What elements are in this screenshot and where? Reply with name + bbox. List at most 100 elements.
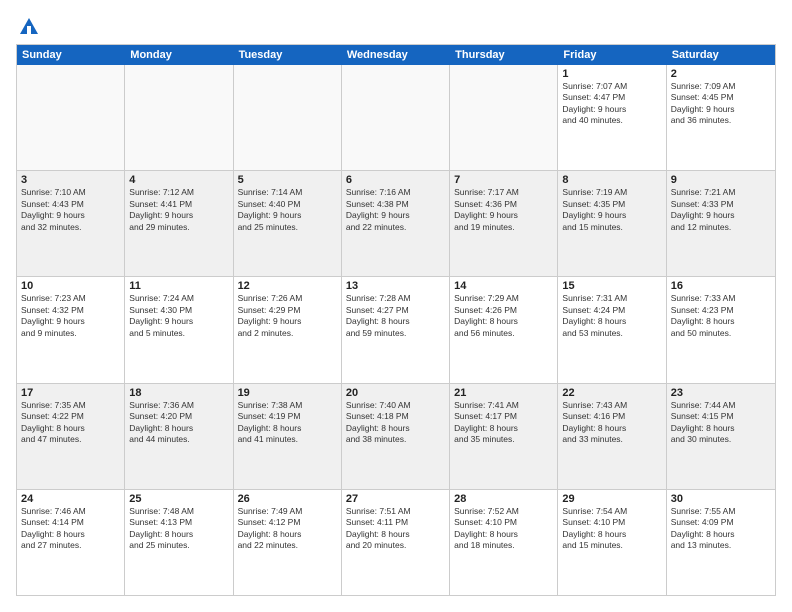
day-info: Sunrise: 7:43 AM Sunset: 4:16 PM Dayligh…	[562, 400, 661, 446]
day-number: 16	[671, 280, 771, 292]
day-info: Sunrise: 7:36 AM Sunset: 4:20 PM Dayligh…	[129, 400, 228, 446]
cal-cell-3-2: 11Sunrise: 7:24 AM Sunset: 4:30 PM Dayli…	[125, 277, 233, 382]
day-info: Sunrise: 7:14 AM Sunset: 4:40 PM Dayligh…	[238, 187, 337, 233]
day-info: Sunrise: 7:28 AM Sunset: 4:27 PM Dayligh…	[346, 293, 445, 339]
cal-cell-4-7: 23Sunrise: 7:44 AM Sunset: 4:15 PM Dayli…	[667, 384, 775, 489]
day-info: Sunrise: 7:10 AM Sunset: 4:43 PM Dayligh…	[21, 187, 120, 233]
cal-cell-4-4: 20Sunrise: 7:40 AM Sunset: 4:18 PM Dayli…	[342, 384, 450, 489]
day-number: 12	[238, 280, 337, 292]
calendar-row-5: 24Sunrise: 7:46 AM Sunset: 4:14 PM Dayli…	[17, 490, 775, 595]
cal-cell-3-1: 10Sunrise: 7:23 AM Sunset: 4:32 PM Dayli…	[17, 277, 125, 382]
day-info: Sunrise: 7:46 AM Sunset: 4:14 PM Dayligh…	[21, 506, 120, 552]
day-info: Sunrise: 7:54 AM Sunset: 4:10 PM Dayligh…	[562, 506, 661, 552]
day-number: 17	[21, 387, 120, 399]
calendar: SundayMondayTuesdayWednesdayThursdayFrid…	[16, 44, 776, 596]
day-number: 6	[346, 174, 445, 186]
calendar-row-1: 1Sunrise: 7:07 AM Sunset: 4:47 PM Daylig…	[17, 65, 775, 171]
cal-cell-1-1	[17, 65, 125, 170]
cal-cell-5-6: 29Sunrise: 7:54 AM Sunset: 4:10 PM Dayli…	[558, 490, 666, 595]
cal-cell-4-6: 22Sunrise: 7:43 AM Sunset: 4:16 PM Dayli…	[558, 384, 666, 489]
cal-cell-5-1: 24Sunrise: 7:46 AM Sunset: 4:14 PM Dayli…	[17, 490, 125, 595]
day-number: 13	[346, 280, 445, 292]
cal-cell-1-5	[450, 65, 558, 170]
logo	[16, 16, 40, 34]
day-number: 29	[562, 493, 661, 505]
day-info: Sunrise: 7:31 AM Sunset: 4:24 PM Dayligh…	[562, 293, 661, 339]
day-number: 3	[21, 174, 120, 186]
day-number: 26	[238, 493, 337, 505]
weekday-header-thursday: Thursday	[450, 45, 558, 65]
cal-cell-3-5: 14Sunrise: 7:29 AM Sunset: 4:26 PM Dayli…	[450, 277, 558, 382]
cal-cell-2-7: 9Sunrise: 7:21 AM Sunset: 4:33 PM Daylig…	[667, 171, 775, 276]
cal-cell-4-5: 21Sunrise: 7:41 AM Sunset: 4:17 PM Dayli…	[450, 384, 558, 489]
day-info: Sunrise: 7:09 AM Sunset: 4:45 PM Dayligh…	[671, 81, 771, 127]
day-number: 22	[562, 387, 661, 399]
weekday-header-sunday: Sunday	[17, 45, 125, 65]
weekday-header-saturday: Saturday	[667, 45, 775, 65]
cal-cell-5-5: 28Sunrise: 7:52 AM Sunset: 4:10 PM Dayli…	[450, 490, 558, 595]
day-info: Sunrise: 7:24 AM Sunset: 4:30 PM Dayligh…	[129, 293, 228, 339]
cal-cell-1-2	[125, 65, 233, 170]
cal-cell-1-6: 1Sunrise: 7:07 AM Sunset: 4:47 PM Daylig…	[558, 65, 666, 170]
cal-cell-1-7: 2Sunrise: 7:09 AM Sunset: 4:45 PM Daylig…	[667, 65, 775, 170]
weekday-header-monday: Monday	[125, 45, 233, 65]
day-info: Sunrise: 7:38 AM Sunset: 4:19 PM Dayligh…	[238, 400, 337, 446]
day-info: Sunrise: 7:48 AM Sunset: 4:13 PM Dayligh…	[129, 506, 228, 552]
weekday-header-tuesday: Tuesday	[234, 45, 342, 65]
day-number: 27	[346, 493, 445, 505]
day-number: 28	[454, 493, 553, 505]
cal-cell-2-1: 3Sunrise: 7:10 AM Sunset: 4:43 PM Daylig…	[17, 171, 125, 276]
day-info: Sunrise: 7:55 AM Sunset: 4:09 PM Dayligh…	[671, 506, 771, 552]
day-number: 19	[238, 387, 337, 399]
page: SundayMondayTuesdayWednesdayThursdayFrid…	[0, 0, 792, 612]
header	[16, 16, 776, 34]
calendar-row-4: 17Sunrise: 7:35 AM Sunset: 4:22 PM Dayli…	[17, 384, 775, 490]
cal-cell-1-3	[234, 65, 342, 170]
day-number: 25	[129, 493, 228, 505]
cal-cell-2-2: 4Sunrise: 7:12 AM Sunset: 4:41 PM Daylig…	[125, 171, 233, 276]
day-number: 20	[346, 387, 445, 399]
day-number: 9	[671, 174, 771, 186]
cal-cell-5-4: 27Sunrise: 7:51 AM Sunset: 4:11 PM Dayli…	[342, 490, 450, 595]
day-number: 24	[21, 493, 120, 505]
cal-cell-2-5: 7Sunrise: 7:17 AM Sunset: 4:36 PM Daylig…	[450, 171, 558, 276]
day-number: 18	[129, 387, 228, 399]
day-number: 23	[671, 387, 771, 399]
day-number: 10	[21, 280, 120, 292]
calendar-row-2: 3Sunrise: 7:10 AM Sunset: 4:43 PM Daylig…	[17, 171, 775, 277]
logo-text	[16, 16, 40, 38]
cal-cell-2-3: 5Sunrise: 7:14 AM Sunset: 4:40 PM Daylig…	[234, 171, 342, 276]
day-info: Sunrise: 7:21 AM Sunset: 4:33 PM Dayligh…	[671, 187, 771, 233]
weekday-header-friday: Friday	[558, 45, 666, 65]
day-number: 5	[238, 174, 337, 186]
cal-cell-4-2: 18Sunrise: 7:36 AM Sunset: 4:20 PM Dayli…	[125, 384, 233, 489]
cal-cell-3-3: 12Sunrise: 7:26 AM Sunset: 4:29 PM Dayli…	[234, 277, 342, 382]
cal-cell-5-7: 30Sunrise: 7:55 AM Sunset: 4:09 PM Dayli…	[667, 490, 775, 595]
cal-cell-3-7: 16Sunrise: 7:33 AM Sunset: 4:23 PM Dayli…	[667, 277, 775, 382]
calendar-body: 1Sunrise: 7:07 AM Sunset: 4:47 PM Daylig…	[17, 65, 775, 595]
cal-cell-5-2: 25Sunrise: 7:48 AM Sunset: 4:13 PM Dayli…	[125, 490, 233, 595]
day-info: Sunrise: 7:23 AM Sunset: 4:32 PM Dayligh…	[21, 293, 120, 339]
calendar-row-3: 10Sunrise: 7:23 AM Sunset: 4:32 PM Dayli…	[17, 277, 775, 383]
day-info: Sunrise: 7:26 AM Sunset: 4:29 PM Dayligh…	[238, 293, 337, 339]
day-info: Sunrise: 7:49 AM Sunset: 4:12 PM Dayligh…	[238, 506, 337, 552]
cal-cell-3-4: 13Sunrise: 7:28 AM Sunset: 4:27 PM Dayli…	[342, 277, 450, 382]
day-info: Sunrise: 7:29 AM Sunset: 4:26 PM Dayligh…	[454, 293, 553, 339]
day-info: Sunrise: 7:35 AM Sunset: 4:22 PM Dayligh…	[21, 400, 120, 446]
cal-cell-4-1: 17Sunrise: 7:35 AM Sunset: 4:22 PM Dayli…	[17, 384, 125, 489]
logo-icon	[18, 16, 40, 38]
weekday-header-wednesday: Wednesday	[342, 45, 450, 65]
day-number: 2	[671, 68, 771, 80]
day-number: 15	[562, 280, 661, 292]
calendar-header: SundayMondayTuesdayWednesdayThursdayFrid…	[17, 45, 775, 65]
cal-cell-3-6: 15Sunrise: 7:31 AM Sunset: 4:24 PM Dayli…	[558, 277, 666, 382]
day-info: Sunrise: 7:33 AM Sunset: 4:23 PM Dayligh…	[671, 293, 771, 339]
cal-cell-5-3: 26Sunrise: 7:49 AM Sunset: 4:12 PM Dayli…	[234, 490, 342, 595]
day-number: 30	[671, 493, 771, 505]
day-number: 4	[129, 174, 228, 186]
day-number: 8	[562, 174, 661, 186]
day-number: 1	[562, 68, 661, 80]
day-info: Sunrise: 7:07 AM Sunset: 4:47 PM Dayligh…	[562, 81, 661, 127]
cal-cell-1-4	[342, 65, 450, 170]
day-info: Sunrise: 7:44 AM Sunset: 4:15 PM Dayligh…	[671, 400, 771, 446]
